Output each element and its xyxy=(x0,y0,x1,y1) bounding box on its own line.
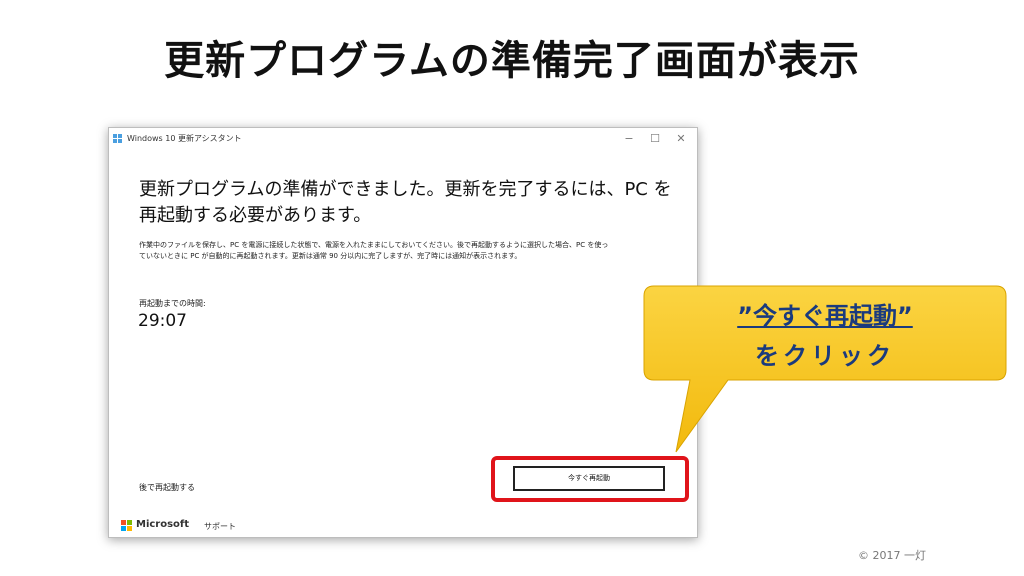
callout-line-1: ”今すぐ再起動” xyxy=(737,302,913,330)
callout-line-2: をクリック xyxy=(755,342,895,370)
copyright: © 2017 一灯 xyxy=(858,549,926,562)
callout-bubble xyxy=(643,285,1007,453)
